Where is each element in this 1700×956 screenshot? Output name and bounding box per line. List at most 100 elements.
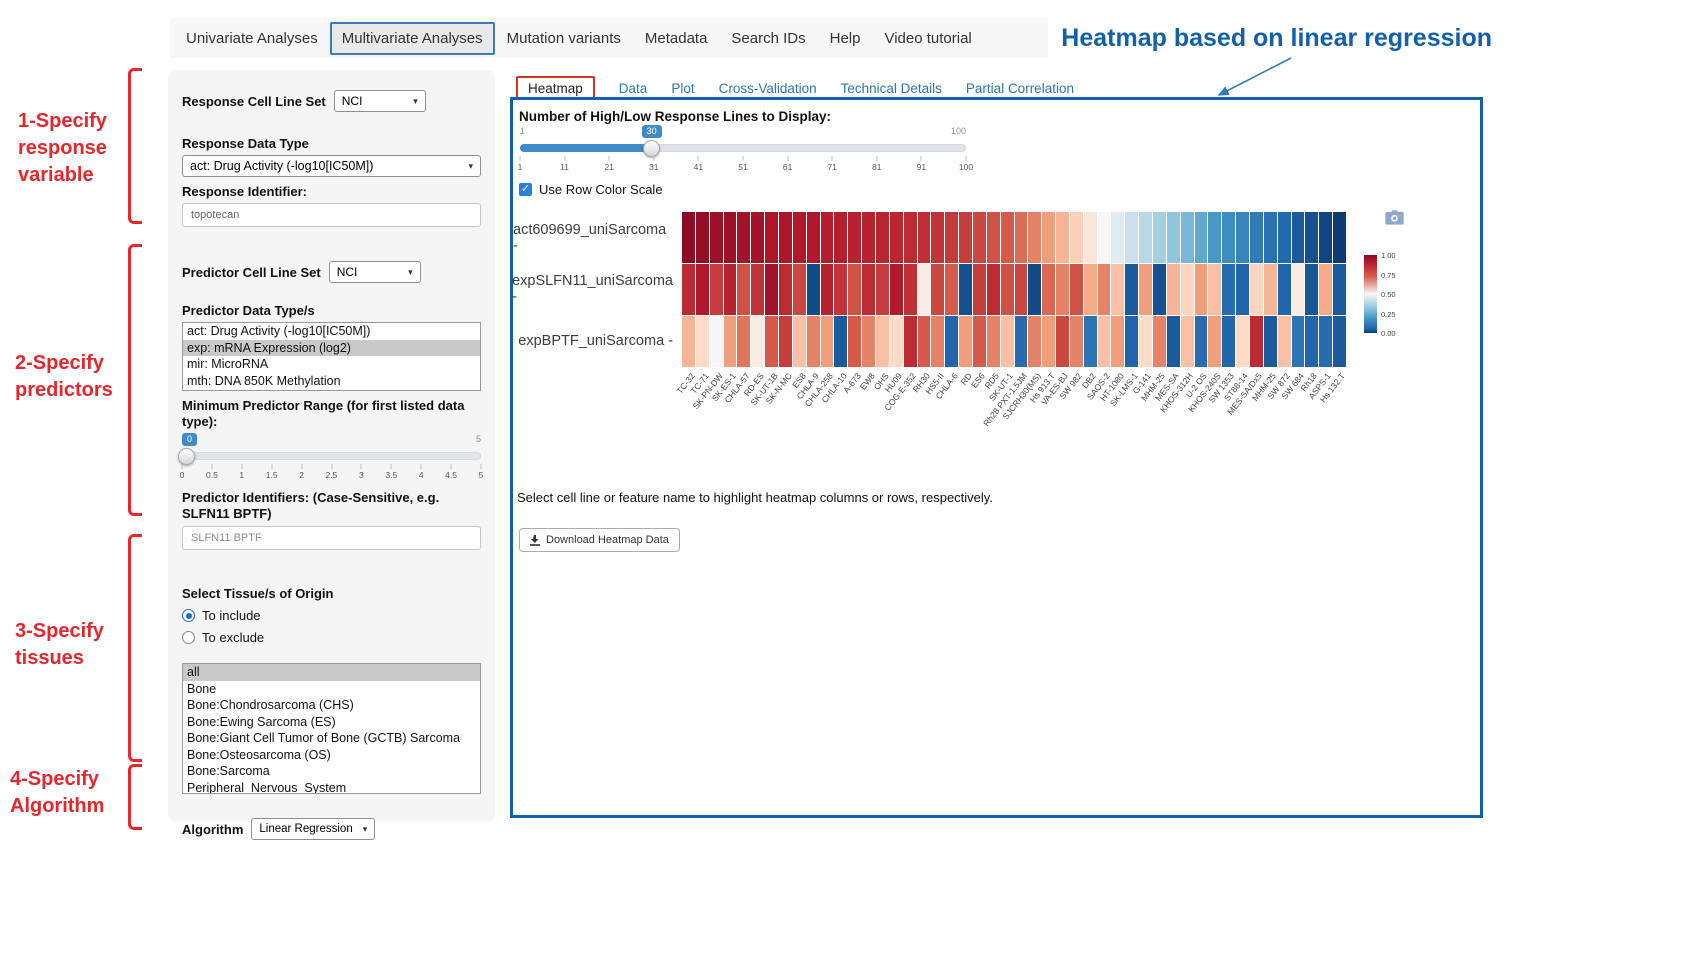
heatmap-cell[interactable]: [1042, 316, 1055, 367]
tab-technical-details[interactable]: Technical Details: [841, 81, 942, 96]
heatmap-cell[interactable]: [1098, 264, 1111, 315]
heatmap-cell[interactable]: [931, 212, 944, 263]
heatmap-cell[interactable]: [751, 316, 764, 367]
tissue-option-bone-chondrosarcoma-chs[interactable]: Bone:Chondrosarcoma (CHS): [183, 697, 480, 714]
heatmap-cell[interactable]: [1305, 316, 1318, 367]
heatmap-cell[interactable]: [696, 316, 709, 367]
heatmap-cell[interactable]: [751, 264, 764, 315]
heatmap-cell[interactable]: [1181, 212, 1194, 263]
heatmap-cell[interactable]: [1153, 212, 1166, 263]
heatmap-cell[interactable]: [1208, 316, 1221, 367]
heatmap-cell[interactable]: [904, 316, 917, 367]
heatmap-cell[interactable]: [1070, 212, 1083, 263]
tissue-option-bone-ewing-sarcoma-es[interactable]: Bone:Ewing Sarcoma (ES): [183, 714, 480, 731]
predictor-data-type-option-exp-mrna-expression-log2[interactable]: exp: mRNA Expression (log2): [183, 340, 480, 357]
heatmap-cell[interactable]: [848, 264, 861, 315]
heatmap-cell[interactable]: [1125, 316, 1138, 367]
heatmap-cell[interactable]: [1195, 316, 1208, 367]
predictor-identifiers-input[interactable]: [182, 526, 481, 550]
heatmap-cell[interactable]: [918, 212, 931, 263]
heatmap-cell[interactable]: [724, 316, 737, 367]
heatmap-cell[interactable]: [1167, 316, 1180, 367]
tissue-option-bone[interactable]: Bone: [183, 681, 480, 698]
heatmap-cell[interactable]: [904, 212, 917, 263]
heatmap-cell[interactable]: [737, 212, 750, 263]
use-row-color-scale-checkbox[interactable]: ✓: [519, 183, 532, 196]
heatmap-cell[interactable]: [1001, 264, 1014, 315]
heatmap-cell[interactable]: [1319, 212, 1332, 263]
heatmap-cell[interactable]: [959, 264, 972, 315]
heatmap-cell[interactable]: [987, 212, 1000, 263]
heatmap-cell[interactable]: [1305, 212, 1318, 263]
heatmap-cell[interactable]: [876, 264, 889, 315]
heatmap-cell[interactable]: [1070, 264, 1083, 315]
heatmap-cell[interactable]: [1001, 212, 1014, 263]
heatmap-cell[interactable]: [1167, 264, 1180, 315]
response-cell-line-set-select[interactable]: NCI ▾: [334, 90, 426, 112]
heatmap-cell[interactable]: [1208, 212, 1221, 263]
nav-item-video-tutorial[interactable]: Video tutorial: [872, 22, 983, 55]
heatmap-cell[interactable]: [807, 212, 820, 263]
min-predictor-range-slider[interactable]: 0 5 00.511.522.533.544.55: [182, 434, 481, 480]
heatmap-cell[interactable]: [1208, 264, 1221, 315]
heatmap-cell[interactable]: [751, 212, 764, 263]
heatmap-cell[interactable]: [807, 316, 820, 367]
heatmap-cell[interactable]: [904, 264, 917, 315]
heatmap-cell[interactable]: [1111, 212, 1124, 263]
heatmap-cell[interactable]: [765, 316, 778, 367]
heatmap-cell[interactable]: [931, 316, 944, 367]
algorithm-select[interactable]: Linear Regression ▾: [251, 818, 375, 840]
heatmap-cell[interactable]: [793, 212, 806, 263]
tissue-option-bone-osteosarcoma-os[interactable]: Bone:Osteosarcoma (OS): [183, 747, 480, 764]
heatmap-cell[interactable]: [1015, 212, 1028, 263]
heatmap-cell[interactable]: [918, 264, 931, 315]
predictor-data-types-listbox[interactable]: act: Drug Activity (-log10[IC50M])exp: m…: [182, 322, 481, 391]
heatmap-cell[interactable]: [1084, 212, 1097, 263]
heatmap-cell[interactable]: [945, 212, 958, 263]
heatmap-cell[interactable]: [1139, 212, 1152, 263]
heatmap-cell[interactable]: [821, 212, 834, 263]
heatmap-row-label-expbptf-unisarcoma[interactable]: expBPTF_uniSarcoma -: [513, 315, 679, 367]
heatmap-cell[interactable]: [682, 212, 695, 263]
heatmap-cell[interactable]: [973, 212, 986, 263]
predictor-data-type-option-mir-microrna[interactable]: mir: MicroRNA: [183, 356, 480, 373]
heatmap-cell[interactable]: [1292, 264, 1305, 315]
heatmap-cell[interactable]: [765, 212, 778, 263]
heatmap-cell[interactable]: [1333, 264, 1346, 315]
heatmap-cell[interactable]: [848, 212, 861, 263]
heatmap-cell[interactable]: [1333, 212, 1346, 263]
heatmap-cell[interactable]: [890, 316, 903, 367]
heatmap-cell[interactable]: [1111, 316, 1124, 367]
heatmap-cell[interactable]: [834, 264, 847, 315]
nav-item-univariate-analyses[interactable]: Univariate Analyses: [174, 22, 330, 55]
download-heatmap-data-button[interactable]: Download Heatmap Data: [519, 528, 680, 552]
heatmap-cell[interactable]: [1070, 316, 1083, 367]
heatmap-cell[interactable]: [862, 264, 875, 315]
heatmap-cell[interactable]: [1153, 316, 1166, 367]
heatmap-cell[interactable]: [862, 316, 875, 367]
heatmap-cell[interactable]: [973, 264, 986, 315]
heatmap-row-label-expslfn11-unisarcoma[interactable]: expSLFN11_uniSarcoma -: [513, 264, 679, 316]
heatmap-cell[interactable]: [1181, 316, 1194, 367]
heatmap-row-label-act609699-unisarcoma[interactable]: act609699_uniSarcoma -: [513, 212, 679, 264]
nav-item-help[interactable]: Help: [818, 22, 873, 55]
heatmap-cell[interactable]: [1056, 316, 1069, 367]
heatmap-cell[interactable]: [1125, 212, 1138, 263]
heatmap-cell[interactable]: [1125, 264, 1138, 315]
heatmap-cell[interactable]: [918, 316, 931, 367]
heatmap-cell[interactable]: [1305, 264, 1318, 315]
heatmap-cell[interactable]: [793, 264, 806, 315]
predictor-data-type-option-mth-dna-850k-methylation[interactable]: mth: DNA 850K Methylation: [183, 373, 480, 390]
heatmap-cell[interactable]: [987, 316, 1000, 367]
heatmap-cell[interactable]: [931, 264, 944, 315]
tissue-option-peripheral-nervous-system[interactable]: Peripheral_Nervous_System: [183, 780, 480, 795]
heatmap-cell[interactable]: [890, 264, 903, 315]
heatmap-cell[interactable]: [848, 316, 861, 367]
heatmap-cell[interactable]: [959, 212, 972, 263]
response-identifier-input[interactable]: [182, 203, 481, 227]
heatmap-cell[interactable]: [1028, 212, 1041, 263]
tissue-include-radio[interactable]: [182, 609, 195, 622]
heatmap-cell[interactable]: [1236, 212, 1249, 263]
heatmap-cell[interactable]: [1236, 316, 1249, 367]
response-data-type-select[interactable]: act: Drug Activity (-log10[IC50M]) ▾: [182, 155, 481, 177]
